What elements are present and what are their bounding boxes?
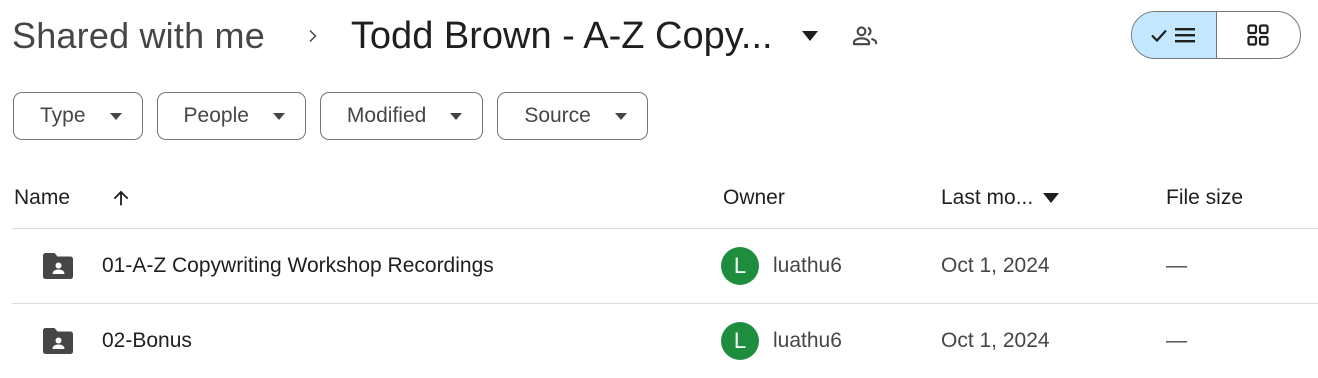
filter-people-chip[interactable]: People (156, 92, 306, 140)
column-owner-label: Owner (723, 186, 785, 209)
column-header-file-size[interactable]: File size (1166, 170, 1243, 226)
caret-down-icon (614, 112, 627, 120)
column-last-modified-label: Last mo... (941, 186, 1034, 209)
filter-source-label: Source (524, 104, 591, 127)
grid-view-button[interactable] (1217, 12, 1301, 58)
shared-folder-icon (41, 304, 75, 378)
column-header-owner[interactable]: Owner (723, 170, 785, 226)
column-file-size-label: File size (1166, 186, 1244, 209)
list-view-button[interactable] (1132, 12, 1217, 58)
filter-bar: Type People Modified Source (13, 92, 648, 140)
owner-cell: L luathu6 (721, 229, 842, 303)
last-modified-date: Oct 1, 2024 (941, 254, 1050, 277)
owner-name: luathu6 (773, 329, 842, 352)
owner-name: luathu6 (773, 254, 842, 277)
shared-folder-icon (41, 229, 75, 303)
table-row[interactable]: 01-A-Z Copywriting Workshop Recordings L… (0, 229, 1318, 303)
column-header-name[interactable]: Name (14, 170, 70, 226)
filter-people-label: People (183, 104, 249, 127)
file-name[interactable]: 02-Bonus (102, 304, 192, 378)
caret-down-icon (1043, 193, 1060, 203)
owner-cell: L luathu6 (721, 304, 842, 378)
sort-ascending-arrow-icon[interactable] (110, 187, 132, 209)
folder-menu-dropdown-icon[interactable] (801, 30, 819, 42)
file-name[interactable]: 01-A-Z Copywriting Workshop Recordings (102, 229, 494, 303)
file-size-value: — (1166, 254, 1187, 277)
filter-type-chip[interactable]: Type (13, 92, 143, 140)
caret-down-icon (272, 112, 285, 120)
caret-down-icon (109, 112, 122, 120)
avatar: L (721, 247, 759, 285)
shared-people-icon[interactable] (851, 22, 879, 50)
column-header-last-modified[interactable]: Last mo... (941, 170, 1060, 226)
avatar: L (721, 322, 759, 360)
grid-icon (1247, 24, 1269, 46)
breadcrumb-shared-with-me[interactable]: Shared with me (12, 15, 265, 57)
caret-down-icon (450, 112, 463, 120)
chevron-right-icon (309, 30, 317, 42)
table-header: Name Owner Last mo... File size (0, 170, 1318, 226)
filter-modified-chip[interactable]: Modified (319, 92, 484, 140)
breadcrumb-current-folder[interactable]: Todd Brown - A-Z Copy... (351, 15, 773, 58)
column-name-label: Name (14, 186, 71, 209)
view-toggle (1131, 11, 1301, 59)
breadcrumb: Shared with me Todd Brown - A-Z Copy... (12, 10, 879, 62)
file-size-value: — (1166, 329, 1187, 352)
table-row[interactable]: 02-Bonus L luathu6 Oct 1, 2024 — (0, 304, 1318, 378)
filter-modified-label: Modified (346, 104, 427, 127)
last-modified-date: Oct 1, 2024 (941, 329, 1050, 352)
filter-type-label: Type (40, 104, 86, 127)
check-list-icon (1150, 28, 1195, 43)
filter-source-chip[interactable]: Source (497, 92, 648, 140)
